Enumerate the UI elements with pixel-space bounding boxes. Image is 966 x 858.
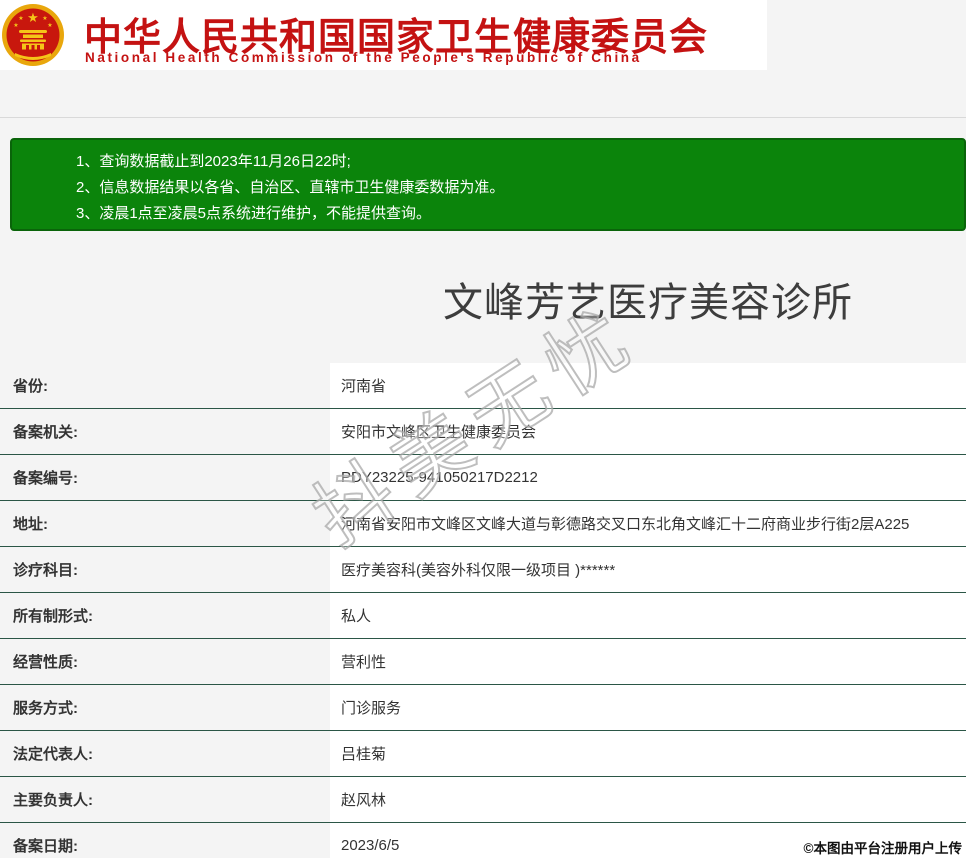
national-emblem-icon: ★ ★ ★ ★ ★ — [2, 4, 64, 66]
table-row-address: 地址: 河南省安阳市文峰区文峰大道与彰德路交叉口东北角文峰汇十二府商业步行街2层… — [0, 501, 966, 547]
field-label: 省份: — [13, 378, 48, 395]
query-notice-box: 1、查询数据截止到2023年11月26日22时; 2、信息数据结果以各省、自治区… — [10, 138, 966, 231]
site-title-en: National Health Commission of the People… — [85, 50, 642, 65]
field-label: 备案日期: — [13, 838, 78, 855]
svg-text:★: ★ — [18, 15, 23, 22]
notice-line-2: 2、信息数据结果以各省、自治区、直辖市卫生健康委数据为准。 — [76, 179, 505, 196]
field-label: 地址: — [13, 516, 48, 533]
field-label: 法定代表人: — [13, 746, 93, 763]
table-row-province: 省份: 河南省 — [0, 363, 966, 409]
table-row-legal-representative: 法定代表人: 吕桂菊 — [0, 731, 966, 777]
svg-text:★: ★ — [47, 22, 52, 29]
field-value: 河南省安阳市文峰区文峰大道与彰德路交叉口东北角文峰汇十二府商业步行街2层A225 — [330, 501, 966, 546]
field-value: 门诊服务 — [330, 685, 966, 730]
field-value: 吕桂菊 — [330, 731, 966, 776]
field-label: 备案机关: — [13, 424, 78, 441]
notice-line-3: 3、凌晨1点至凌晨5点系统进行维护，不能提供查询。 — [76, 205, 432, 222]
field-value: PDY23225-941050217D2212 — [330, 455, 966, 500]
field-value: 营利性 — [330, 639, 966, 684]
svg-text:★: ★ — [13, 22, 18, 29]
svg-text:★: ★ — [42, 15, 47, 22]
field-label: 主要负责人: — [13, 792, 93, 809]
field-value: 河南省 — [330, 363, 966, 408]
image-attribution-note: ©本图由平台注册用户上传 — [803, 841, 962, 856]
header-divider — [0, 117, 966, 118]
table-row-filing-authority: 备案机关: 安阳市文峰区卫生健康委员会 — [0, 409, 966, 455]
table-row-ownership: 所有制形式: 私人 — [0, 593, 966, 639]
field-value: 赵风林 — [330, 777, 966, 822]
field-value: 安阳市文峰区卫生健康委员会 — [330, 409, 966, 454]
clinic-name-title: 文峰芳艺医疗美容诊所 — [443, 281, 853, 325]
field-label: 经营性质: — [13, 654, 78, 671]
field-label: 所有制形式: — [13, 608, 93, 625]
field-label: 备案编号: — [13, 470, 78, 487]
site-header: ★ ★ ★ ★ ★ 中华人民共和国国家卫生健康委员会 National Heal… — [0, 0, 767, 70]
table-row-service-mode: 服务方式: 门诊服务 — [0, 685, 966, 731]
notice-line-1: 1、查询数据截止到2023年11月26日22时; — [76, 153, 351, 170]
table-row-filing-number: 备案编号: PDY23225-941050217D2212 — [0, 455, 966, 501]
field-label: 诊疗科目: — [13, 562, 78, 579]
table-row-business-nature: 经营性质: 营利性 — [0, 639, 966, 685]
svg-text:★: ★ — [27, 11, 39, 26]
table-row-treatment-subjects: 诊疗科目: 医疗美容科(美容外科仅限一级项目 )****** — [0, 547, 966, 593]
field-label: 服务方式: — [13, 700, 78, 717]
field-value: 私人 — [330, 593, 966, 638]
record-table: 省份: 河南省 备案机关: 安阳市文峰区卫生健康委员会 备案编号: PDY232… — [0, 363, 966, 858]
field-value: 医疗美容科(美容外科仅限一级项目 )****** — [330, 547, 966, 592]
table-row-principal: 主要负责人: 赵风林 — [0, 777, 966, 823]
